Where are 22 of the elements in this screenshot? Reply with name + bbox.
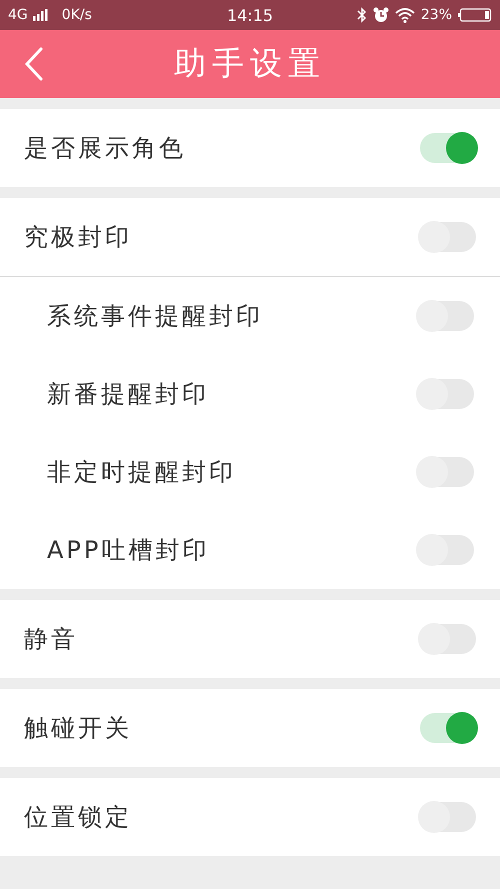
toggle-switch[interactable] — [420, 713, 476, 743]
setting-label: 非定时提醒封印 — [47, 457, 236, 488]
setting-label: 静音 — [24, 624, 78, 655]
battery-percent: 23% — [420, 7, 452, 23]
signal-icon — [32, 9, 48, 21]
bluetooth-icon — [356, 7, 367, 23]
setting-label: 触碰开关 — [24, 713, 132, 744]
setting-label: 系统事件提醒封印 — [47, 301, 263, 332]
back-icon[interactable] — [24, 47, 44, 81]
setting-label: 新番提醒封印 — [47, 379, 209, 410]
toggle-switch[interactable] — [420, 133, 476, 163]
setting-label: 位置锁定 — [24, 802, 132, 833]
wifi-icon — [394, 8, 415, 22]
network-speed: 0K/s — [62, 7, 92, 23]
page-title: 助手设置 — [174, 43, 326, 84]
battery-icon — [458, 8, 492, 22]
setting-label: 是否展示角色 — [24, 133, 186, 164]
network-type: 4G — [8, 7, 28, 23]
alarm-icon — [372, 7, 389, 23]
setting-label: APP吐槽封印 — [47, 535, 210, 566]
setting-label: 究极封印 — [24, 222, 132, 253]
clock: 14:15 — [226, 6, 274, 24]
